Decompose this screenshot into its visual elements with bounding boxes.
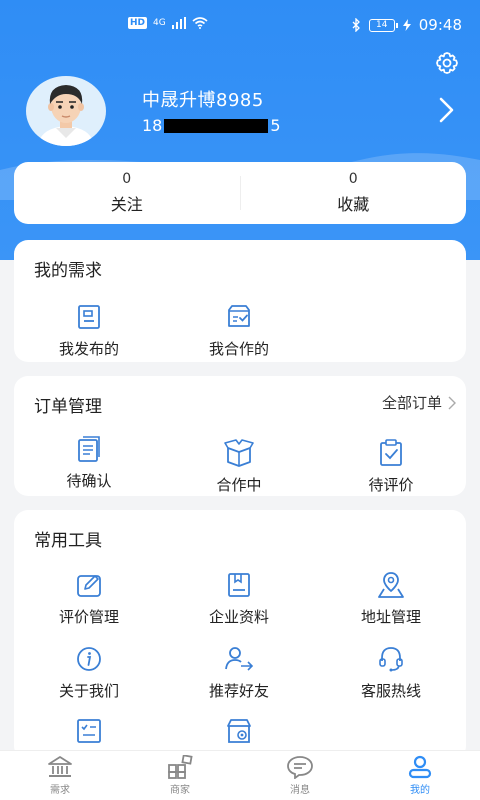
grid-icon [168,755,193,779]
tab-label: 消息 [290,785,310,796]
grid-label: 地址管理 [360,608,421,626]
inbox-check-icon [228,305,250,327]
tab-merchants[interactable]: 商家 [120,751,240,800]
tool-review-management[interactable]: 评价管理 [14,570,164,627]
chevron-right-icon [439,97,454,123]
location-icon [378,572,404,598]
headset-icon [379,647,403,672]
checklist-icon [77,719,101,743]
stat-label: 关注 [110,195,143,214]
grid-label: 客服热线 [360,682,421,700]
tool-checklist[interactable] [14,716,164,746]
stat-label: 收藏 [337,195,370,214]
chat-icon [287,756,313,779]
tool-store-settings[interactable] [164,716,314,746]
info-icon [77,647,101,671]
user-icon [408,755,432,779]
section-title: 常用工具 [34,531,102,551]
tab-label: 需求 [50,785,70,796]
company-file-icon [228,573,250,597]
grid-label: 我发布的 [58,340,119,358]
clipboard-check-icon [380,439,402,466]
avatar-illustration-icon [38,85,94,146]
all-orders-label: 全部订单 [381,394,442,412]
tool-about-us[interactable]: 关于我们 [14,644,164,701]
stat-value: 0 [348,171,358,187]
battery-indicator: 14 [368,18,398,32]
status-time: 09:48 [418,16,462,34]
store-settings-icon [227,719,251,743]
grid-label: 评价管理 [58,608,119,626]
stats-card: 0 关注 0 收藏 [14,162,466,224]
grid-label: 关于我们 [58,682,119,700]
tab-demand[interactable]: 需求 [0,751,120,800]
tab-label: 商家 [170,785,190,796]
wifi-icon [192,17,208,29]
clipboard-list-icon [78,436,100,462]
grid-label: 推荐好友 [208,682,269,700]
phone-redaction [164,118,269,133]
tool-company-profile[interactable]: 企业资料 [164,570,314,627]
phone-suffix: 5 [270,116,281,135]
stat-value: 0 [122,171,132,187]
signal-icon [171,17,186,29]
section-title: 我的需求 [34,261,102,281]
status-bar: HD 4G 14 09:48 [0,0,480,52]
tool-address-management[interactable]: 地址管理 [316,570,466,627]
user-share-icon [225,647,254,671]
settings-button[interactable] [432,48,462,78]
demand-cooperated-item[interactable]: 我合作的 [164,302,314,359]
grid-label: 企业资料 [208,608,269,626]
hd-badge: HD [128,17,148,29]
grid-label: 合作中 [216,476,262,494]
bluetooth-icon [352,18,360,32]
order-in-progress-item[interactable]: 合作中 [164,438,314,495]
common-tools-card: 常用工具 评价管理 企业资料 地址管理 关于我们 推荐好友 客服热线 [14,510,466,760]
demand-published-item[interactable]: 我发布的 [14,302,164,359]
edit-icon [77,575,101,597]
gear-icon [436,52,458,74]
box-open-icon [224,439,254,467]
tool-recommend-friends[interactable]: 推荐好友 [164,644,314,701]
status-network: HD 4G [128,17,208,29]
phone-prefix: 18 [142,116,163,135]
my-demand-card: 我的需求 我发布的 我合作的 [14,240,466,362]
grid-label: 我合作的 [208,340,269,358]
section-title: 订单管理 [34,397,102,417]
status-system: 14 09:48 [351,16,462,34]
order-pending-review-item[interactable]: 待评价 [316,438,466,495]
bank-icon [48,756,72,777]
signal-label: 4G [153,18,166,28]
tool-customer-hotline[interactable]: 客服热线 [316,644,466,701]
grid-label: 待确认 [66,472,112,490]
stat-follow[interactable]: 0 关注 [14,162,240,224]
username: 中晟升博8985 [142,90,264,111]
all-orders-link[interactable]: 全部订单 [382,392,456,413]
order-pending-confirm-item[interactable]: 待确认 [14,434,164,491]
tab-messages[interactable]: 消息 [240,751,360,800]
avatar[interactable] [26,76,106,146]
order-management-card: 订单管理 全部订单 待确认 合作中 待评价 [14,376,466,496]
profile-detail-button[interactable] [436,96,458,124]
tab-label: 我的 [410,785,430,796]
chevron-right-icon [448,396,456,409]
phone-number: 18 5 [142,116,281,135]
grid-label: 待评价 [368,476,414,494]
stat-favorite[interactable]: 0 收藏 [241,162,467,224]
tab-mine[interactable]: 我的 [360,751,480,800]
document-icon [78,305,100,329]
bottom-tab-bar: 需求 商家 消息 我的 [0,750,480,800]
charging-icon [402,19,411,31]
